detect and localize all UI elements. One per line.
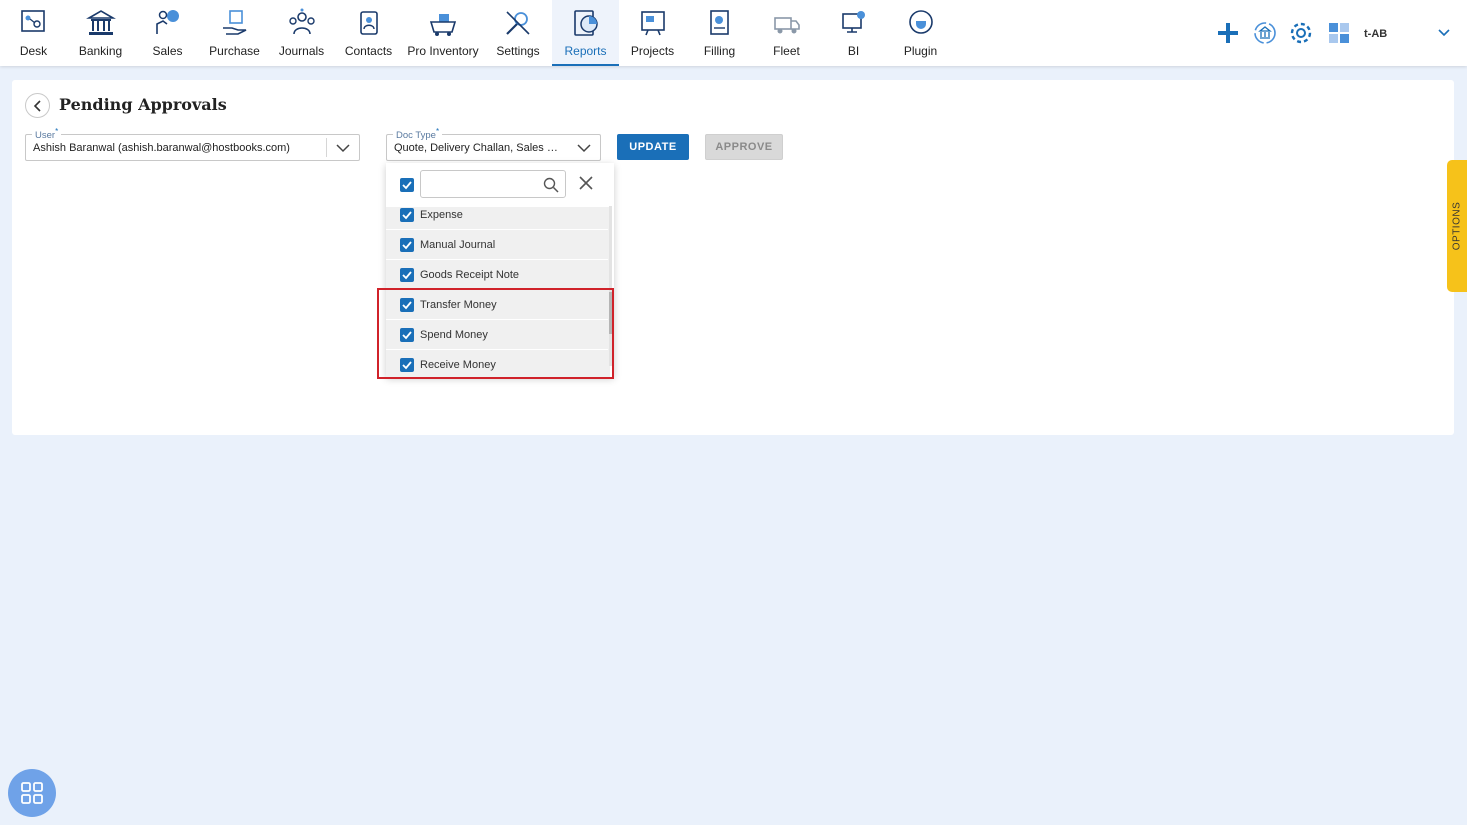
nav-bi[interactable]: BI	[820, 0, 887, 66]
nav-label: Fleet	[773, 44, 800, 58]
select-all-checkbox[interactable]	[400, 178, 414, 192]
page-title: Pending Approvals	[59, 95, 227, 114]
bank-icon	[85, 10, 116, 35]
journals-icon	[288, 8, 315, 35]
option-checkbox[interactable]	[400, 208, 414, 222]
nav-journals[interactable]: Journals	[268, 0, 335, 66]
nav-projects[interactable]: Projects	[619, 0, 686, 66]
dropdown-header	[386, 163, 614, 207]
chevron-left-icon	[33, 99, 41, 112]
doc-type-select[interactable]: Doc Type* Quote, Delivery Challan, Sales…	[386, 127, 601, 161]
field-divider	[326, 138, 327, 157]
nav-label: Purchase	[209, 44, 260, 58]
nav-label: Contacts	[344, 44, 393, 58]
main-nav: Desk Banking Sales Purchase Journals Con…	[0, 0, 954, 66]
nav-label: Journals	[278, 44, 325, 58]
user-label-text: User	[35, 130, 56, 142]
bi-icon	[841, 11, 865, 33]
option-label: Manual Journal	[420, 239, 496, 251]
nav-purchase[interactable]: Purchase	[201, 0, 268, 66]
nav-contacts[interactable]: Contacts	[335, 0, 402, 66]
user-select[interactable]: User* Ashish Baranwal (ashish.baranwal@h…	[25, 127, 360, 161]
update-button[interactable]: UPDATE	[617, 134, 689, 160]
check-icon	[402, 211, 412, 220]
reports-icon	[573, 10, 598, 36]
option-checkbox[interactable]	[400, 268, 414, 282]
user-field-label: User*	[32, 127, 62, 142]
add-icon[interactable]	[1215, 20, 1241, 46]
top-navigation-bar: Desk Banking Sales Purchase Journals Con…	[0, 0, 1467, 66]
highlight-annotation-box	[377, 288, 614, 379]
desk-icon	[20, 10, 45, 32]
nav-label: Projects	[630, 44, 675, 58]
user-value: Ashish Baranwal (ashish.baranwal@hostboo…	[33, 142, 290, 154]
settings-tools-icon	[506, 11, 530, 35]
nav-label: Settings	[496, 44, 540, 58]
inventory-icon	[429, 14, 457, 36]
nav-banking[interactable]: Banking	[67, 0, 134, 66]
check-icon	[402, 181, 412, 190]
doc-type-field-label: Doc Type*	[393, 127, 443, 142]
nav-label: BI	[847, 44, 860, 58]
nav-fleet[interactable]: Fleet	[753, 0, 820, 66]
company-name[interactable]: t-AB	[1364, 28, 1387, 40]
approve-button[interactable]: APPROVE	[705, 134, 783, 160]
required-marker: *	[55, 127, 59, 136]
apps-grid-button[interactable]	[8, 769, 56, 817]
search-icon	[543, 177, 559, 193]
nav-label: Desk	[19, 44, 48, 58]
nav-pro-inventory[interactable]: Pro Inventory	[402, 0, 484, 66]
projects-icon	[640, 11, 665, 36]
options-side-tab[interactable]: OPTIONS	[1447, 160, 1467, 292]
options-tab-label: OPTIONS	[1451, 201, 1463, 251]
option-label: Goods Receipt Note	[420, 269, 520, 281]
nav-plugin[interactable]: Plugin	[887, 0, 954, 66]
back-button[interactable]	[25, 93, 50, 118]
sales-icon	[155, 10, 179, 34]
chevron-down-icon[interactable]	[1437, 27, 1451, 39]
nav-label: Banking	[78, 44, 123, 58]
nav-label: Pro Inventory	[407, 44, 479, 58]
contacts-icon	[359, 11, 378, 35]
nav-label: Filling	[703, 44, 736, 58]
option-label: Expense	[420, 209, 463, 221]
calculator-icon[interactable]	[1326, 20, 1352, 46]
plugin-icon	[908, 10, 933, 34]
filling-icon	[709, 10, 729, 35]
doc-type-value: Quote, Delivery Challan, Sales Or...	[394, 142, 566, 154]
nav-label: Sales	[152, 44, 183, 58]
option-checkbox[interactable]	[400, 238, 414, 252]
purchase-icon	[222, 10, 246, 35]
fleet-icon	[773, 17, 800, 34]
check-icon	[402, 271, 412, 280]
option-manual-journal[interactable]: Manual Journal	[386, 230, 608, 260]
option-goods-receipt-note[interactable]: Goods Receipt Note	[386, 260, 608, 290]
chevron-down-icon[interactable]	[336, 143, 350, 153]
sync-bank-icon[interactable]	[1252, 20, 1278, 46]
chevron-down-icon[interactable]	[577, 143, 591, 153]
nav-sales[interactable]: Sales	[134, 0, 201, 66]
option-expense[interactable]: Expense	[386, 207, 608, 230]
nav-label: Plugin	[903, 44, 938, 58]
grid-icon	[21, 782, 43, 804]
check-icon	[402, 241, 412, 250]
required-marker: *	[435, 127, 440, 136]
nav-label: Reports	[564, 44, 607, 58]
nav-desk[interactable]: Desk	[0, 0, 67, 66]
close-icon[interactable]	[578, 175, 594, 191]
nav-reports[interactable]: Reports	[552, 0, 619, 66]
nav-settings[interactable]: Settings	[484, 0, 552, 66]
dropdown-search-input[interactable]	[420, 170, 566, 198]
gear-icon[interactable]	[1288, 20, 1314, 46]
nav-filling[interactable]: Filling	[686, 0, 753, 66]
doc-type-label-text: Doc Type	[396, 130, 436, 142]
